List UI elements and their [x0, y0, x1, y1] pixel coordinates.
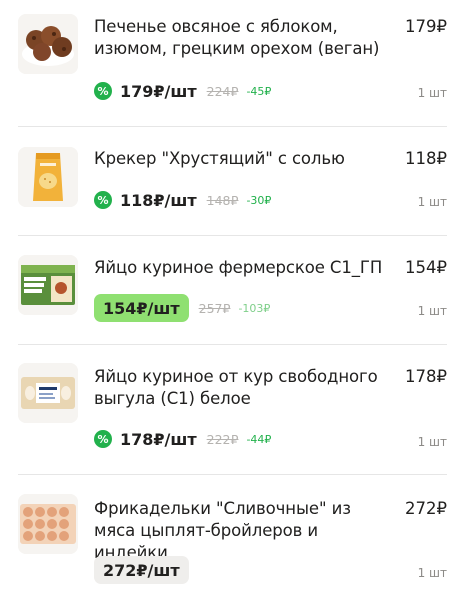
current-price: 178₽/шт — [120, 429, 197, 449]
quantity-label: 1 шт — [417, 435, 447, 449]
quantity-label: 1 шт — [417, 566, 447, 580]
list-item[interactable]: Фрикадельки "Сливочные" из мяса цыплят-б… — [0, 475, 465, 600]
product-total-price: 272₽ — [405, 499, 447, 518]
old-price: 222₽ — [206, 431, 239, 447]
price-row: % 179₽/шт 224₽ -45₽ — [94, 77, 271, 105]
price-row: % 178₽/шт 222₽ -44₽ — [94, 425, 271, 453]
price-row: 272₽/шт — [94, 556, 199, 584]
product-name: Крекер "Хрустящий" с солью — [94, 149, 345, 168]
farm-eggs-box-image — [18, 255, 78, 315]
saving-amount: -45₽ — [246, 84, 272, 98]
saving-amount: -44₽ — [246, 432, 272, 446]
list-item[interactable]: Яйцо куриное фермерское С1_ГП 154₽ 154₽/… — [0, 236, 465, 345]
price-row: % 118₽/шт 148₽ -30₽ — [94, 186, 271, 214]
crackers-pack-image — [18, 147, 78, 207]
current-price: 118₽/шт — [120, 190, 197, 210]
old-price: 257₽ — [198, 300, 231, 316]
list-item[interactable]: Яйцо куриное от кур свободного выгула (С… — [0, 345, 465, 475]
meatballs-tray-image — [18, 494, 78, 554]
product-name: Фрикадельки "Сливочные" из мяса цыплят-б… — [94, 499, 351, 562]
old-price: 224₽ — [206, 83, 239, 99]
product-total-price: 154₽ — [405, 258, 447, 277]
oat-cookies-image — [18, 14, 78, 74]
quantity-label: 1 шт — [417, 86, 447, 100]
percent-icon: % — [94, 191, 112, 209]
percent-icon: % — [94, 82, 112, 100]
old-price: 148₽ — [206, 192, 239, 208]
product-total-price: 178₽ — [405, 367, 447, 386]
saving-amount: -103₽ — [238, 301, 271, 315]
current-price: 272₽/шт — [94, 556, 189, 584]
product-name: Яйцо куриное от кур свободного выгула (С… — [94, 367, 378, 408]
current-price: 179₽/шт — [120, 81, 197, 101]
quantity-label: 1 шт — [417, 304, 447, 318]
list-item[interactable]: Печенье овсяное с яблоком, изюмом, грецк… — [0, 0, 465, 127]
order-items-list: Печенье овсяное с яблоком, изюмом, грецк… — [0, 0, 465, 600]
product-name: Яйцо куриное фермерское С1_ГП — [94, 258, 383, 277]
free-range-eggs-image — [18, 363, 78, 423]
current-price-highlight: 154₽/шт — [94, 294, 189, 322]
saving-amount: -30₽ — [246, 193, 272, 207]
product-total-price: 118₽ — [405, 149, 447, 168]
price-row: 154₽/шт 257₽ -103₽ — [94, 294, 270, 322]
product-total-price: 179₽ — [405, 17, 447, 36]
quantity-label: 1 шт — [417, 195, 447, 209]
product-name: Печенье овсяное с яблоком, изюмом, грецк… — [94, 17, 380, 58]
list-item[interactable]: Крекер "Хрустящий" с солью 118₽ % 118₽/ш… — [0, 127, 465, 236]
percent-icon: % — [94, 430, 112, 448]
